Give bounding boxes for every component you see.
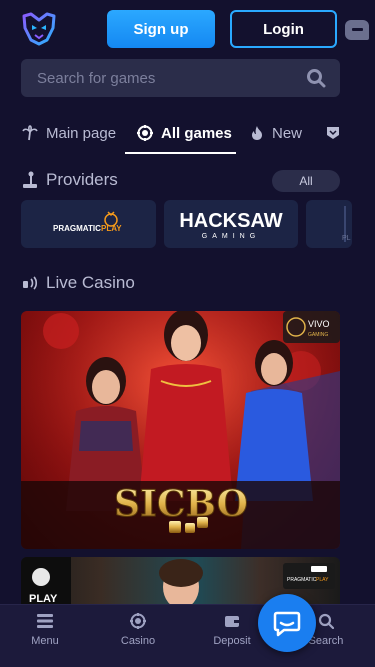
providers-all-button[interactable]: All	[272, 170, 340, 192]
providers-title: Providers	[46, 170, 118, 189]
svg-text:PRAGMATIC: PRAGMATIC	[287, 577, 317, 583]
tab-more[interactable]	[326, 112, 348, 154]
pragmatic-play-logo: PRAGMATIC PLAY	[53, 211, 122, 233]
nav-label: Casino	[120, 635, 156, 647]
nav-label: Search	[308, 635, 344, 647]
search-input[interactable]: Search for games	[21, 59, 340, 97]
chat-icon[interactable]	[345, 20, 369, 40]
provider-card-pragmatic[interactable]: PRAGMATIC PLAY	[21, 200, 156, 248]
nav-label: Menu	[31, 635, 59, 647]
signup-button[interactable]: Sign up	[107, 10, 215, 48]
live-chat-button[interactable]	[258, 594, 316, 652]
chip-icon	[137, 125, 153, 141]
tab-main-page[interactable]: Main page	[22, 112, 116, 154]
provider-card-hacksaw[interactable]: HACKSAW GAMING	[164, 200, 298, 248]
svg-text:VIVO: VIVO	[308, 319, 330, 329]
search-icon[interactable]	[306, 68, 326, 88]
palm-tree-icon	[22, 125, 38, 141]
sicbo-title-text: SICBO	[114, 483, 248, 525]
svg-text:GAMING: GAMING	[308, 332, 328, 338]
provider-card-partial[interactable]: PL	[306, 200, 352, 248]
search-placeholder: Search for games	[37, 69, 156, 87]
flame-icon	[252, 126, 262, 140]
menu-icon	[37, 614, 53, 628]
casino-chip-icon	[130, 613, 146, 629]
hacksaw-gaming-logo: HACKSAW GAMING	[179, 210, 282, 240]
nav-casino[interactable]: Casino	[108, 613, 168, 647]
svg-text:PRAGMATIC: PRAGMATIC	[53, 224, 101, 233]
logo-icon[interactable]	[20, 10, 58, 48]
joystick-icon	[23, 171, 37, 188]
category-tabs: Main page All games New	[0, 112, 375, 154]
active-tab-indicator	[125, 152, 236, 154]
game-card-sicbo[interactable]: SICBO VIVO GAMING	[21, 311, 340, 549]
svg-text:PL: PL	[342, 235, 351, 242]
providers-heading: Providers	[22, 170, 118, 190]
svg-text:GAMING: GAMING	[202, 233, 260, 240]
sicbo-game-thumbnail: SICBO VIVO GAMING	[21, 311, 340, 549]
tab-all-games[interactable]: All games	[137, 112, 232, 154]
svg-text:HACKSAW: HACKSAW	[179, 210, 282, 232]
search-icon	[318, 613, 334, 629]
chat-bubble-icon	[273, 611, 301, 637]
svg-text:PLAY: PLAY	[316, 577, 329, 583]
tab-label: All games	[161, 124, 232, 142]
header: Sign up Login	[0, 0, 375, 56]
wallet-icon	[225, 616, 239, 627]
nav-label: Deposit	[213, 635, 251, 647]
provider-logo-partial: PL	[342, 206, 351, 242]
live-broadcast-icon	[23, 276, 38, 290]
nav-menu[interactable]: Menu	[15, 613, 75, 647]
nav-deposit[interactable]: Deposit	[202, 613, 262, 647]
tab-new[interactable]: New	[250, 112, 302, 154]
live-casino-title: Live Casino	[46, 273, 135, 292]
login-button[interactable]: Login	[230, 10, 337, 48]
bottom-nav: Menu Casino Deposit Search	[0, 604, 375, 667]
live-casino-heading: Live Casino	[22, 273, 135, 293]
tab-label: New	[272, 124, 303, 142]
shield-icon	[327, 127, 339, 139]
tab-label: Main page	[46, 124, 117, 142]
